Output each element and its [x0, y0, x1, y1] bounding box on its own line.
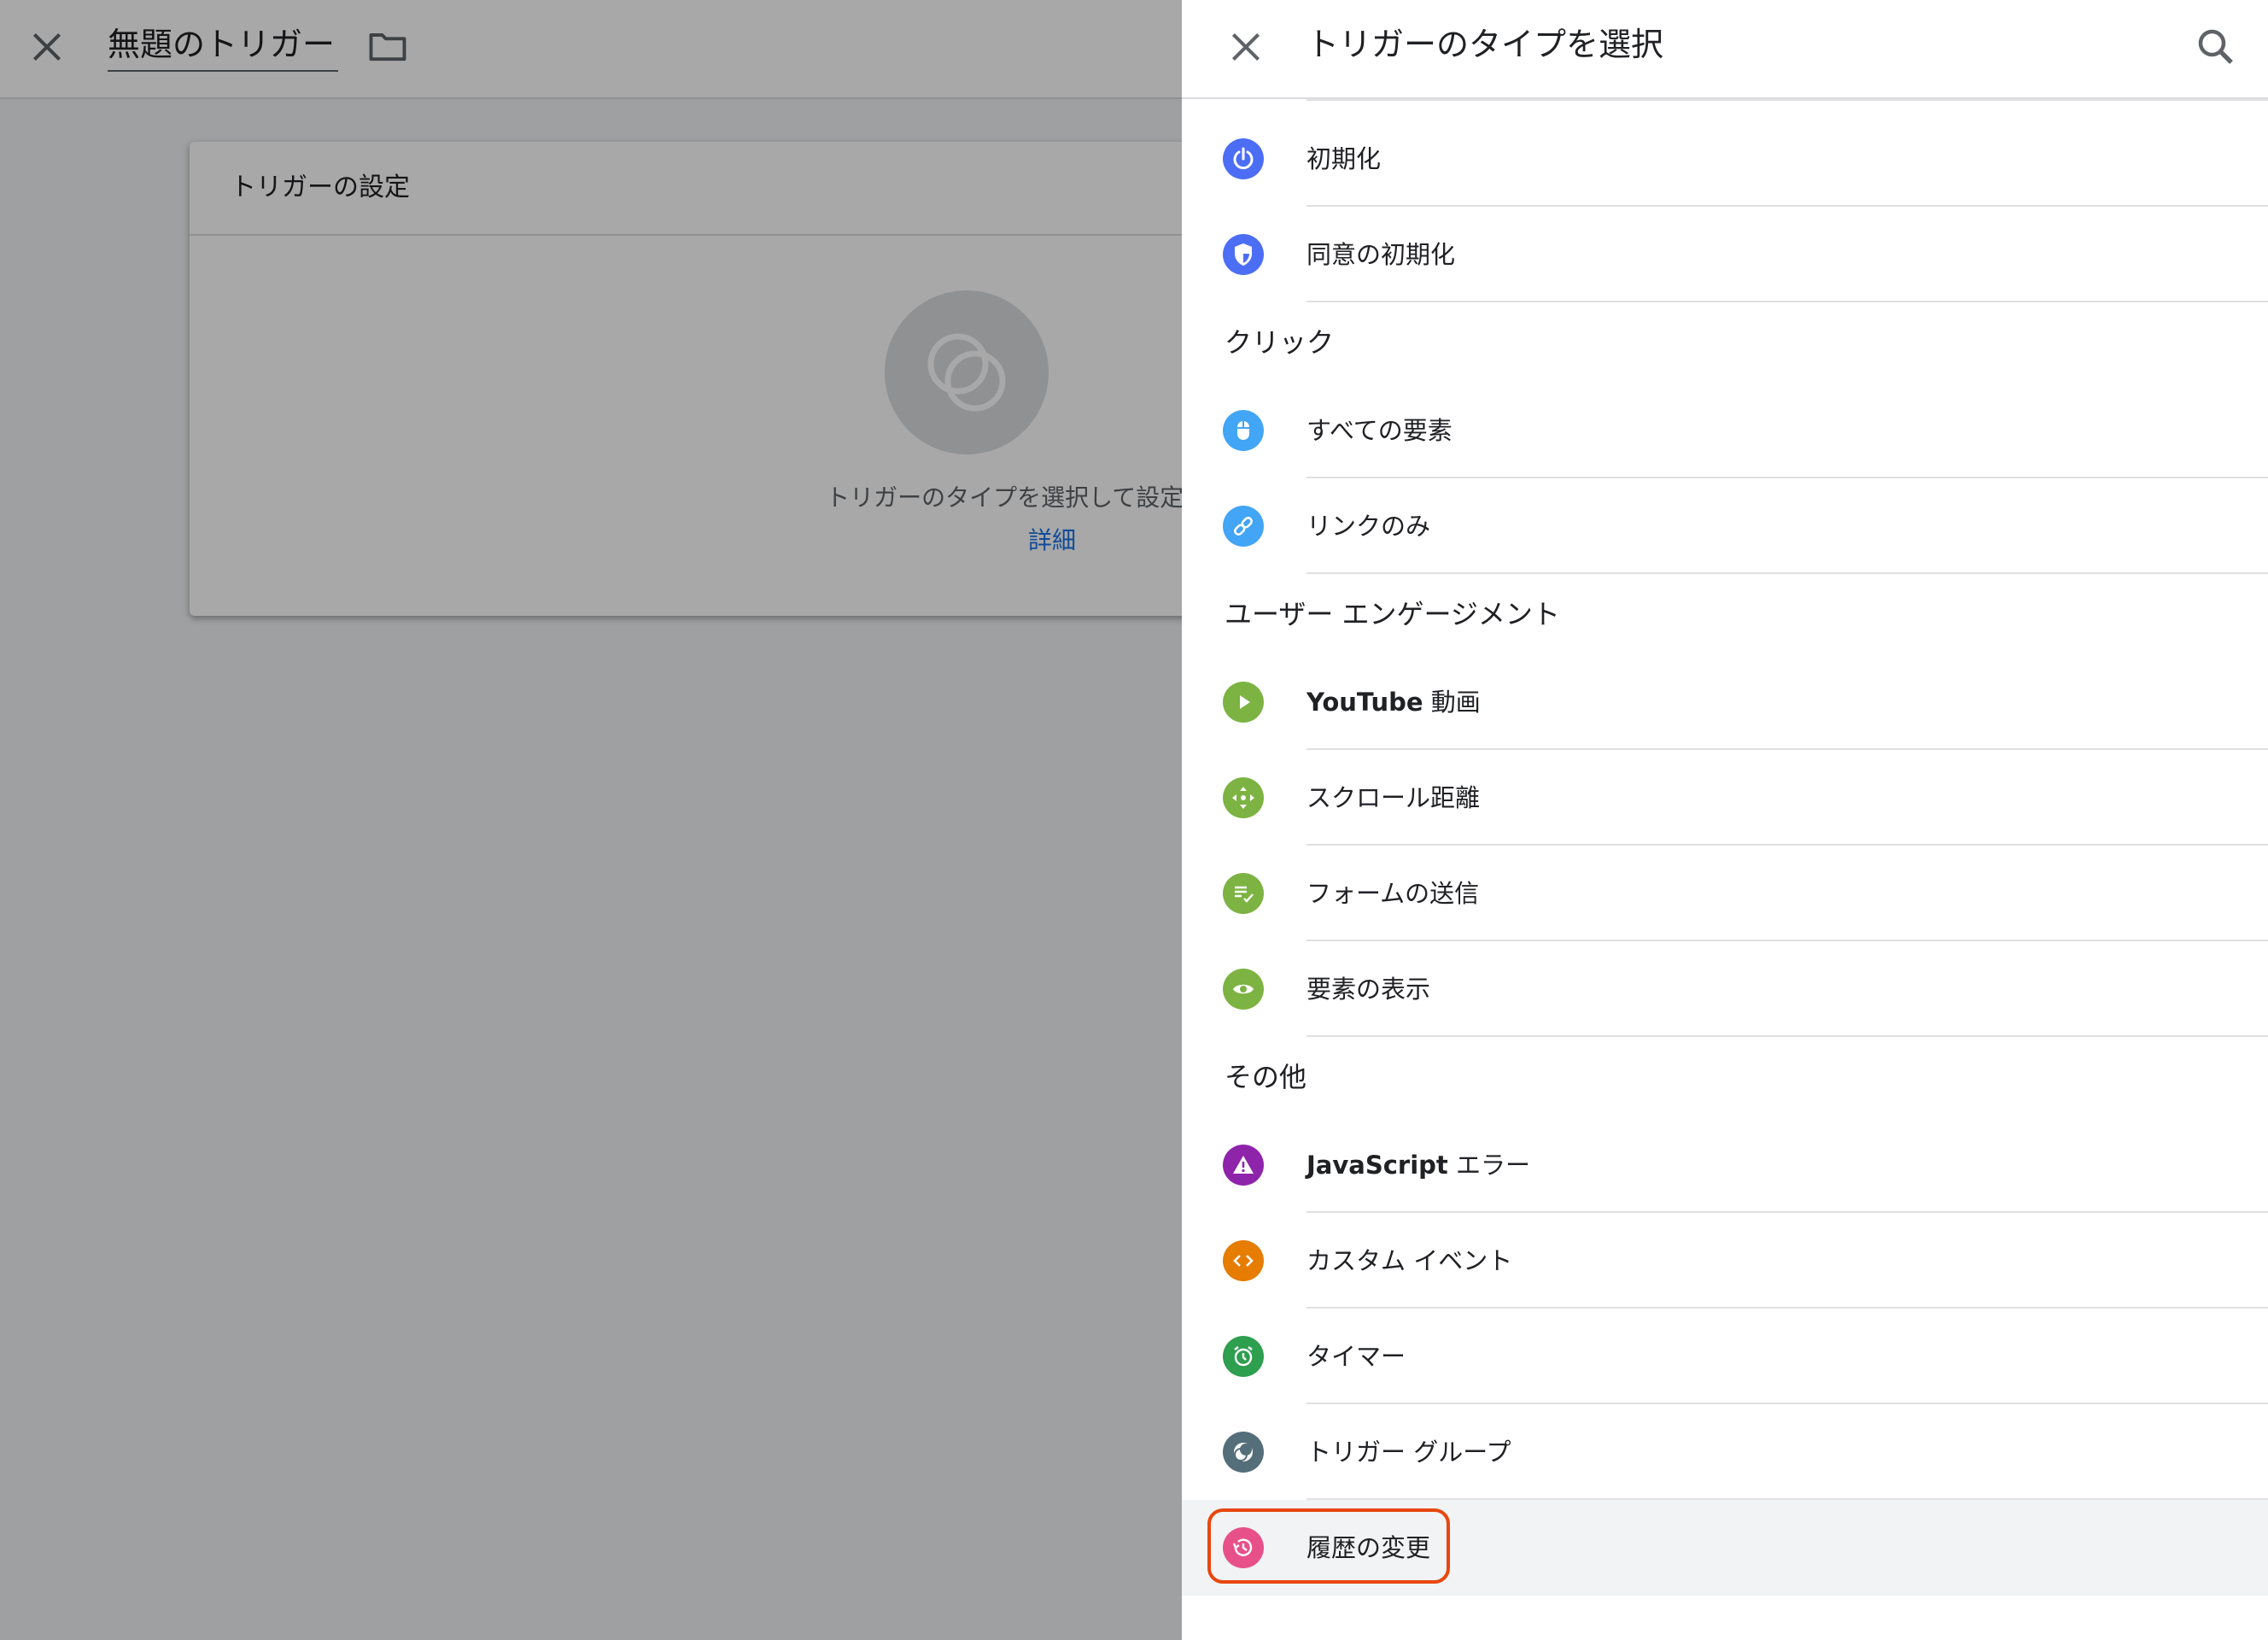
item-label: トリガー グループ — [1306, 1438, 1511, 1467]
item-label-bold: JavaScript — [1306, 1151, 1448, 1180]
item-label: スクロール距離 — [1306, 783, 1481, 812]
trigger-type-trigger-group[interactable]: トリガー グループ — [1182, 1404, 2268, 1500]
trigger-type-all-elements[interactable]: すべての要素 — [1182, 383, 2268, 478]
search-icon[interactable] — [2193, 24, 2239, 70]
trigger-type-scroll-depth[interactable]: スクロール距離 — [1182, 750, 2268, 846]
item-label: タイマー — [1306, 1342, 1406, 1371]
trigger-group-icon — [1223, 1432, 1264, 1473]
item-label: リンクのみ — [1306, 512, 1431, 541]
eye-icon — [1223, 969, 1264, 1010]
history-icon — [1223, 1527, 1264, 1568]
scroll-move-icon — [1223, 777, 1264, 818]
power-icon — [1223, 138, 1264, 179]
item-label: 同意の初期化 — [1306, 240, 1456, 269]
section-header-user-engagement: ユーザー エンゲージメント — [1225, 598, 1560, 630]
trigger-type-panel: トリガーのタイプを選択 初期化 同意の初期化 クリック すべての要素 リンクのみ… — [1182, 0, 2268, 1640]
item-label-rest: 動画 — [1423, 688, 1481, 717]
item-label-bold: YouTube — [1306, 688, 1423, 717]
item-label: すべての要素 — [1306, 416, 1453, 445]
trigger-type-form-submission[interactable]: フォームの送信 — [1182, 846, 2268, 941]
item-label: 初期化 — [1306, 144, 1382, 173]
code-icon — [1223, 1240, 1264, 1281]
trigger-type-youtube-video[interactable]: YouTube 動画 — [1182, 654, 2268, 750]
section-header-click: クリック — [1225, 326, 1335, 359]
link-icon — [1223, 506, 1264, 547]
trigger-type-custom-event[interactable]: カスタム イベント — [1182, 1213, 2268, 1309]
trigger-type-list: 初期化 同意の初期化 クリック すべての要素 リンクのみ ユーザー エンゲージメ… — [1182, 99, 2268, 1596]
item-label: 要素の表示 — [1306, 975, 1431, 1004]
modal-scrim[interactable] — [0, 0, 1182, 1640]
panel-header: トリガーのタイプを選択 — [1182, 0, 2268, 99]
trigger-type-links-only[interactable]: リンクのみ — [1182, 478, 2268, 574]
item-label: YouTube 動画 — [1306, 654, 1481, 750]
list-spacer — [1182, 99, 2268, 111]
item-label: カスタム イベント — [1306, 1246, 1513, 1275]
trigger-type-timer[interactable]: タイマー — [1182, 1309, 2268, 1404]
play-icon — [1223, 682, 1264, 723]
warning-icon — [1223, 1145, 1264, 1186]
close-icon[interactable] — [1225, 26, 1267, 68]
item-label-rest: エラー — [1447, 1151, 1530, 1180]
item-label: フォームの送信 — [1306, 879, 1480, 908]
trigger-type-initialization[interactable]: 初期化 — [1182, 111, 2268, 207]
shield-icon — [1223, 234, 1264, 275]
trigger-type-history-change[interactable]: 履歴の変更 — [1182, 1500, 2268, 1596]
panel-title: トリガーのタイプを選択 — [1306, 26, 1664, 63]
trigger-type-consent-initialization[interactable]: 同意の初期化 — [1182, 207, 2268, 302]
mouse-icon — [1223, 410, 1264, 451]
alarm-icon — [1223, 1336, 1264, 1377]
section-header-other: その他 — [1225, 1061, 1307, 1093]
item-label: JavaScript エラー — [1306, 1117, 1530, 1213]
form-check-icon — [1223, 873, 1264, 914]
item-label: 履歴の変更 — [1306, 1533, 1431, 1562]
trigger-type-element-visibility[interactable]: 要素の表示 — [1182, 941, 2268, 1037]
trigger-type-javascript-error[interactable]: JavaScript エラー — [1182, 1117, 2268, 1213]
